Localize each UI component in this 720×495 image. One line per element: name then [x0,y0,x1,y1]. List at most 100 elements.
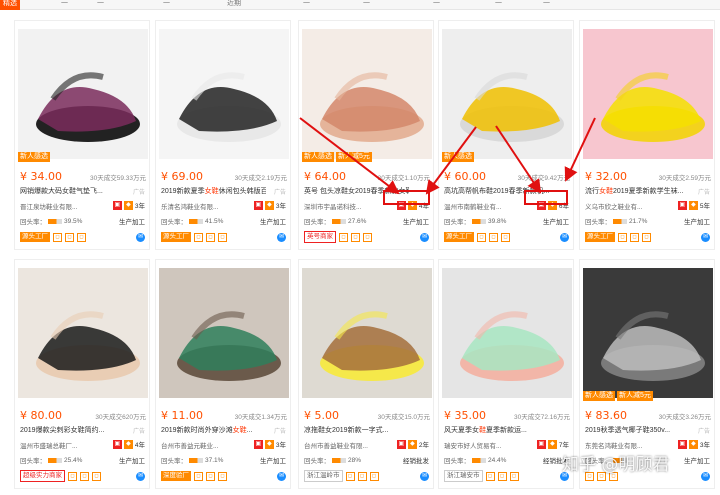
service-icon: ◻ [68,471,77,481]
product-title[interactable]: 高坑高帮帆布鞋2019春季新款帆... [444,186,549,196]
shop-years: ▣ ◆ 2年 [396,439,429,449]
repeat-rate: 回头率： 21.7% [585,217,648,227]
product-card[interactable]: ¥ 11.00 30天成交1.34万元 2019新款时尚外穿沙滩女鞋... 广告… [155,259,291,489]
product-title[interactable]: 流行女鞋2019夏季新款学生袜... [585,186,690,196]
trust-icon: ▣ [112,439,122,449]
product-title[interactable]: 2019新款夏季女鞋休闲包头韩版百... [161,186,266,196]
product-card[interactable]: ¥ 80.00 30天成交620万元 2019爆款尖刺彩女鞋简约... 广告 温… [14,259,150,489]
service-icon: ◻ [65,232,74,242]
filter-tab[interactable]: 一 [300,0,313,10]
shop-name[interactable]: 台州市善益鞋业有限... [304,440,374,450]
chat-icon[interactable]: ✉ [136,232,145,242]
product-title[interactable]: 凉拖鞋女2019新款一字式... [304,425,409,435]
product-card[interactable]: 新人感选 ¥ 34.00 30天成交59.33万元 网销爆款大码女鞋气垫飞...… [14,20,150,250]
business-mode: 生产加工 [260,458,286,465]
product-card[interactable]: 新人感选 ¥ 60.00 30天成交9.42万元 高坑高帮帆布鞋2019春季新款… [438,20,574,250]
supplier-tag[interactable]: 源头工厂 [20,232,50,242]
service-icon: ◻ [345,471,355,481]
product-image[interactable] [18,29,148,159]
product-image[interactable] [583,268,713,398]
product-title[interactable]: 2019秋季透气椰子鞋350v... [585,425,690,435]
filter-tab[interactable]: 一 [160,0,173,10]
shop-name[interactable]: 瑞安市好人贸易有... [444,440,514,450]
sales-volume: 30天成交3.26万元 [658,414,711,421]
business-mode: 生产加工 [119,458,145,465]
sales-volume: 30天成交59.33万元 [90,175,146,182]
chat-icon[interactable]: ✉ [277,232,286,242]
supplier-tag[interactable]: 浙江温岭市 [304,470,343,482]
chat-icon[interactable]: ✉ [136,471,145,481]
product-card[interactable]: 新人感选 新人减5元 ¥ 64.00 30天成交1.10万元 英号 包头凉鞋女20… [298,20,434,250]
product-grid: 新人感选 ¥ 34.00 30天成交59.33万元 网销爆款大码女鞋气垫飞...… [14,14,720,495]
product-image[interactable] [583,29,713,159]
filter-tab[interactable]: 一 [492,0,505,10]
chat-icon[interactable]: ✉ [560,232,569,242]
sales-volume: 30天成交620万元 [95,414,146,421]
chat-icon[interactable]: ✉ [701,232,710,242]
card-footer: 源头工厂 ◻ ◻ ◻ ✉ [20,231,145,243]
shop-name[interactable]: 台州市善益元鞋业... [161,440,231,450]
service-icon: ◻ [53,232,62,242]
filter-tab[interactable]: 一 [540,0,553,10]
product-card[interactable]: ¥ 5.00 30天成交15.0万元 凉拖鞋女2019新款一字式... 台州市善… [298,259,434,489]
product-price: ¥ 80.00 [20,409,62,422]
supplier-tag[interactable]: 源头工厂 [585,232,615,242]
product-title[interactable]: 网销爆款大码女鞋气垫飞... [20,186,125,196]
shop-years: ▣ ◆ 3年 [677,439,710,449]
product-image[interactable] [159,268,289,398]
product-image[interactable] [442,29,572,159]
shop-name[interactable]: 乐清名鸿鞋业有限... [161,201,231,211]
product-image[interactable] [302,29,432,159]
filter-tab[interactable]: 一 [360,0,373,10]
business-mode: 生产加工 [543,219,569,226]
member-icon: ◆ [688,439,698,449]
supplier-tag[interactable]: 源头工厂 [161,232,191,242]
product-image[interactable] [442,268,572,398]
service-icon: ◻ [485,471,495,481]
product-card[interactable]: ¥ 32.00 30天成交2.59万元 流行女鞋2019夏季新款学生袜... 广… [579,20,715,250]
sales-volume: 30天成交9.42万元 [517,175,570,182]
shop-name[interactable]: 深圳市宇晶诺科技... [304,201,374,211]
service-icon: ◻ [477,232,486,242]
trust-icon: ▣ [396,200,406,210]
chat-icon[interactable]: ✉ [701,471,710,481]
product-title[interactable]: 2019爆款尖刺彩女鞋简约... [20,425,125,435]
card-footer: 浙江温岭市 ◻ ◻ ◻ ✉ [304,470,429,482]
product-title[interactable]: 英号 包头凉鞋女2019春季新款女鞋 [304,186,409,196]
supplier-tag[interactable]: 深度验厂 [161,471,191,481]
supplier-tag[interactable]: 浙江瑞安市 [444,470,483,482]
product-image[interactable] [302,268,432,398]
filter-tab[interactable]: 一 [430,0,443,10]
product-title[interactable]: 2019新款时尚外穿沙滩女鞋... [161,425,266,435]
product-image[interactable] [18,268,148,398]
chat-icon[interactable]: ✉ [420,471,429,481]
product-card[interactable]: ¥ 35.00 30天成交72.16万元 风天夏季女鞋夏季新款运... 瑞安市好… [438,259,574,489]
product-price: ¥ 34.00 [20,170,62,183]
shop-name[interactable]: 东莞名鸿鞋业有限... [585,440,655,450]
repeat-rate: 回头率： 39.8% [444,217,507,227]
product-card[interactable]: ¥ 69.00 30天成交2.19万元 2019新款夏季女鞋休闲包头韩版百...… [155,20,291,250]
filter-tab[interactable]: 精选 [0,0,20,10]
filter-tab[interactable]: 一 [94,0,107,10]
product-image[interactable] [159,29,289,159]
product-title[interactable]: 风天夏季女鞋夏季新款运... [444,425,549,435]
trust-icon: ▣ [536,200,546,210]
shop-name[interactable]: 温州市盛瑞总鞋厂... [20,440,90,450]
ad-label: 广告 [273,190,286,196]
sales-volume: 30天成交2.59万元 [658,175,711,182]
shop-name[interactable]: 义乌市欣之鞋业有... [585,201,655,211]
product-price: ¥ 60.00 [444,170,486,183]
trust-icon: ▣ [253,439,263,449]
promo-badge: 新人感选 [302,152,334,162]
chat-icon[interactable]: ✉ [277,471,286,481]
supplier-tag[interactable]: 超级实力商家 [20,470,65,482]
supplier-tag[interactable]: 英号商家 [304,231,336,243]
supplier-tag[interactable]: 源头工厂 [444,232,474,242]
filter-tab[interactable]: 近期 [224,0,244,10]
member-icon: ◆ [407,439,417,449]
shop-name[interactable]: 晋江泉坊鞋业有限... [20,201,90,211]
shop-name[interactable]: 温州市南鹤鞋业有... [444,201,514,211]
shop-years: ▣ ◆ 7年 [536,439,569,449]
filter-tab[interactable]: 一 [58,0,71,10]
chat-icon[interactable]: ✉ [420,232,429,242]
